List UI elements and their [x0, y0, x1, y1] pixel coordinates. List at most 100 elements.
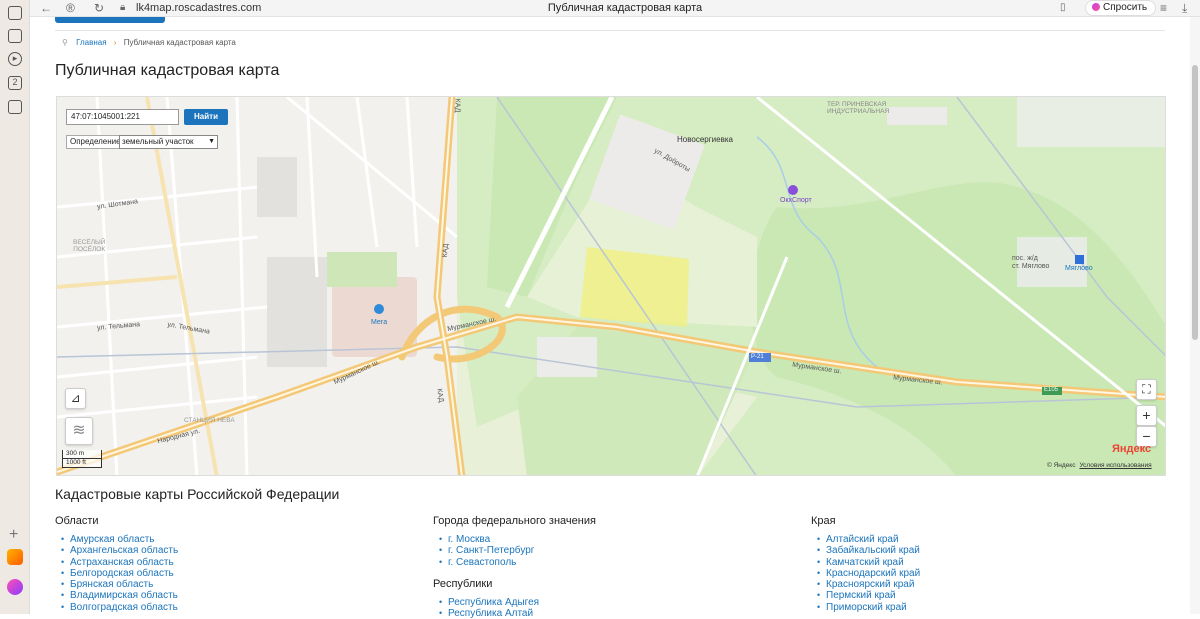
- region-link[interactable]: Приморский край: [826, 602, 907, 613]
- map-label-kad-middle: КАД: [441, 243, 450, 258]
- list-item: Астраханская область: [55, 557, 178, 569]
- map-label-e105: E105: [1044, 387, 1059, 393]
- zoom-out-icon: −: [1142, 428, 1151, 444]
- collections-icon[interactable]: [8, 29, 22, 43]
- kraya-heading: Края: [811, 515, 836, 527]
- region-link[interactable]: Белгородская область: [70, 568, 174, 579]
- copyright-text: © Яндекс: [1047, 462, 1076, 469]
- oblasti-column: Области Амурская областьАрхангельская об…: [55, 515, 178, 613]
- list-item: г. Севастополь: [433, 557, 596, 569]
- cadastral-map[interactable]: Новосергиевка ОкхСпорт пос. ж/д ст. Мягл…: [56, 96, 1166, 476]
- protect-icon[interactable]: ®: [66, 1, 75, 15]
- browser-toolbar: ← ® ↻ 🔒︎ lk4map.roscadastres.com Публичн…: [30, 0, 1200, 17]
- video-icon[interactable]: ▸: [8, 52, 22, 66]
- region-link[interactable]: Волгоградская область: [70, 602, 178, 613]
- layers-icon: ≋: [72, 422, 86, 439]
- region-link[interactable]: Астраханская область: [70, 557, 174, 568]
- layers-button[interactable]: ≋: [65, 417, 93, 445]
- map-poi-myaglovo-station[interactable]: Мяглово: [1065, 265, 1093, 272]
- add-icon[interactable]: +: [9, 526, 18, 544]
- page-scrollbar[interactable]: [1190, 17, 1200, 614]
- list-item: Амурская область: [55, 534, 178, 546]
- oblasti-list: Амурская областьАрхангельская областьАст…: [55, 534, 178, 613]
- list-item: Белгородская область: [55, 568, 178, 580]
- republics-list: Республика АдыгеяРеспублика Алтай: [433, 597, 596, 619]
- badge-icon[interactable]: 2: [8, 76, 22, 90]
- definition-select[interactable]: земельный участок ▼: [119, 135, 218, 149]
- find-button[interactable]: Найти: [184, 109, 228, 125]
- scale-imperial: 1000 ft: [62, 459, 102, 468]
- fullscreen-icon: ⛶: [1142, 382, 1151, 396]
- browser-sidebar: ▸ 2 +: [0, 0, 30, 614]
- ask-button[interactable]: Спросить: [1085, 0, 1157, 16]
- section-title: Кадастровые карты Российской Федерации: [55, 486, 340, 502]
- app-shortcut-icon[interactable]: [7, 549, 23, 565]
- region-link[interactable]: Амурская область: [70, 534, 154, 545]
- lock-icon[interactable]: 🔒︎: [120, 2, 125, 13]
- ask-icon: [1092, 3, 1100, 11]
- list-item: Волгоградская область: [55, 602, 178, 614]
- region-link[interactable]: Брянская область: [70, 579, 153, 590]
- oblasti-heading: Области: [55, 515, 99, 527]
- region-link[interactable]: Республика Адыгея: [448, 597, 539, 608]
- map-poi-mega[interactable]: Мега: [371, 319, 387, 326]
- region-link[interactable]: Забайкальский край: [826, 545, 920, 556]
- scrollbar-thumb[interactable]: [1192, 65, 1198, 340]
- zoom-in-icon: +: [1142, 407, 1151, 423]
- map-label-r21: Р-21: [751, 354, 764, 360]
- bookmark-icon[interactable]: ▯: [1060, 2, 1066, 13]
- region-link[interactable]: Красноярский край: [826, 579, 914, 590]
- region-link[interactable]: г. Севастополь: [448, 557, 516, 568]
- map-label-novosergievka: Новосергиевка: [677, 135, 733, 144]
- ruler-button[interactable]: ⊿: [65, 388, 86, 409]
- breadcrumb-current: Публичная кадастровая карта: [123, 38, 236, 47]
- tab-title: Публичная кадастровая карта: [547, 2, 703, 14]
- header-button-edge[interactable]: [55, 17, 165, 23]
- download-icon[interactable]: ⤓: [1182, 1, 1187, 16]
- list-item: Камчатский край: [811, 557, 920, 569]
- list-item: Пермский край: [811, 590, 920, 602]
- terms-link[interactable]: Условия использования: [1079, 462, 1151, 469]
- map-label-neva: СТАНЦИЯ НЕВА: [184, 417, 235, 424]
- page-title: Публичная кадастровая карта: [55, 62, 280, 79]
- zoom-in-button[interactable]: +: [1136, 405, 1157, 426]
- list-item: г. Москва: [433, 534, 596, 546]
- list-item: Алтайский край: [811, 534, 920, 546]
- map-poi-okhsport[interactable]: ОкхСпорт: [780, 197, 812, 204]
- location-pin-icon: ⚲: [62, 38, 68, 47]
- map-label-industrial: ТЕР. ПРИНЕВСКАЯ ИНДУСТРИАЛЬНАЯ: [827, 101, 890, 115]
- region-link[interactable]: Архангельская область: [70, 545, 178, 556]
- region-link[interactable]: Алтайский край: [826, 534, 899, 545]
- list-item: Приморский край: [811, 602, 920, 614]
- divider: [55, 30, 1165, 31]
- yandex-logo-text: Яндекс: [1112, 443, 1152, 455]
- region-link[interactable]: Камчатский край: [826, 557, 904, 568]
- list-item: Архангельская область: [55, 545, 178, 557]
- history-icon[interactable]: [8, 6, 22, 20]
- region-link[interactable]: Владимирская область: [70, 590, 178, 601]
- breadcrumb-home-link[interactable]: Главная: [76, 38, 106, 47]
- fullscreen-button[interactable]: ⛶: [1136, 379, 1157, 400]
- list-item: Красноярский край: [811, 579, 920, 591]
- region-link[interactable]: Пермский край: [826, 590, 896, 601]
- kraya-list: Алтайский крайЗабайкальский крайКамчатск…: [811, 534, 920, 613]
- menu-icon[interactable]: ≡: [1160, 1, 1167, 15]
- reload-icon[interactable]: ↻: [94, 1, 104, 15]
- list-item: г. Санкт-Петербург: [433, 545, 596, 557]
- region-link[interactable]: г. Санкт-Петербург: [448, 545, 534, 556]
- region-link[interactable]: Краснодарский край: [826, 568, 920, 579]
- notes-icon[interactable]: [8, 100, 22, 114]
- region-link[interactable]: г. Москва: [448, 534, 490, 545]
- scale-metric: 300 m: [62, 450, 102, 459]
- assistant-icon[interactable]: [7, 579, 23, 595]
- cadastral-search-input[interactable]: 47:07:1045001:221: [66, 109, 179, 125]
- definition-select-value: земельный участок: [122, 137, 194, 146]
- address-bar[interactable]: lk4map.roscadastres.com: [136, 2, 261, 14]
- back-icon[interactable]: ←: [40, 1, 52, 15]
- kraya-column: Края Алтайский крайЗабайкальский крайКам…: [811, 515, 920, 613]
- list-item: Брянская область: [55, 579, 178, 591]
- map-scale: 300 m 1000 ft: [62, 450, 102, 468]
- list-item: Владимирская область: [55, 590, 178, 602]
- ruler-icon: ⊿: [70, 391, 81, 405]
- map-copyright: © Яндекс Условия использования: [1047, 462, 1152, 469]
